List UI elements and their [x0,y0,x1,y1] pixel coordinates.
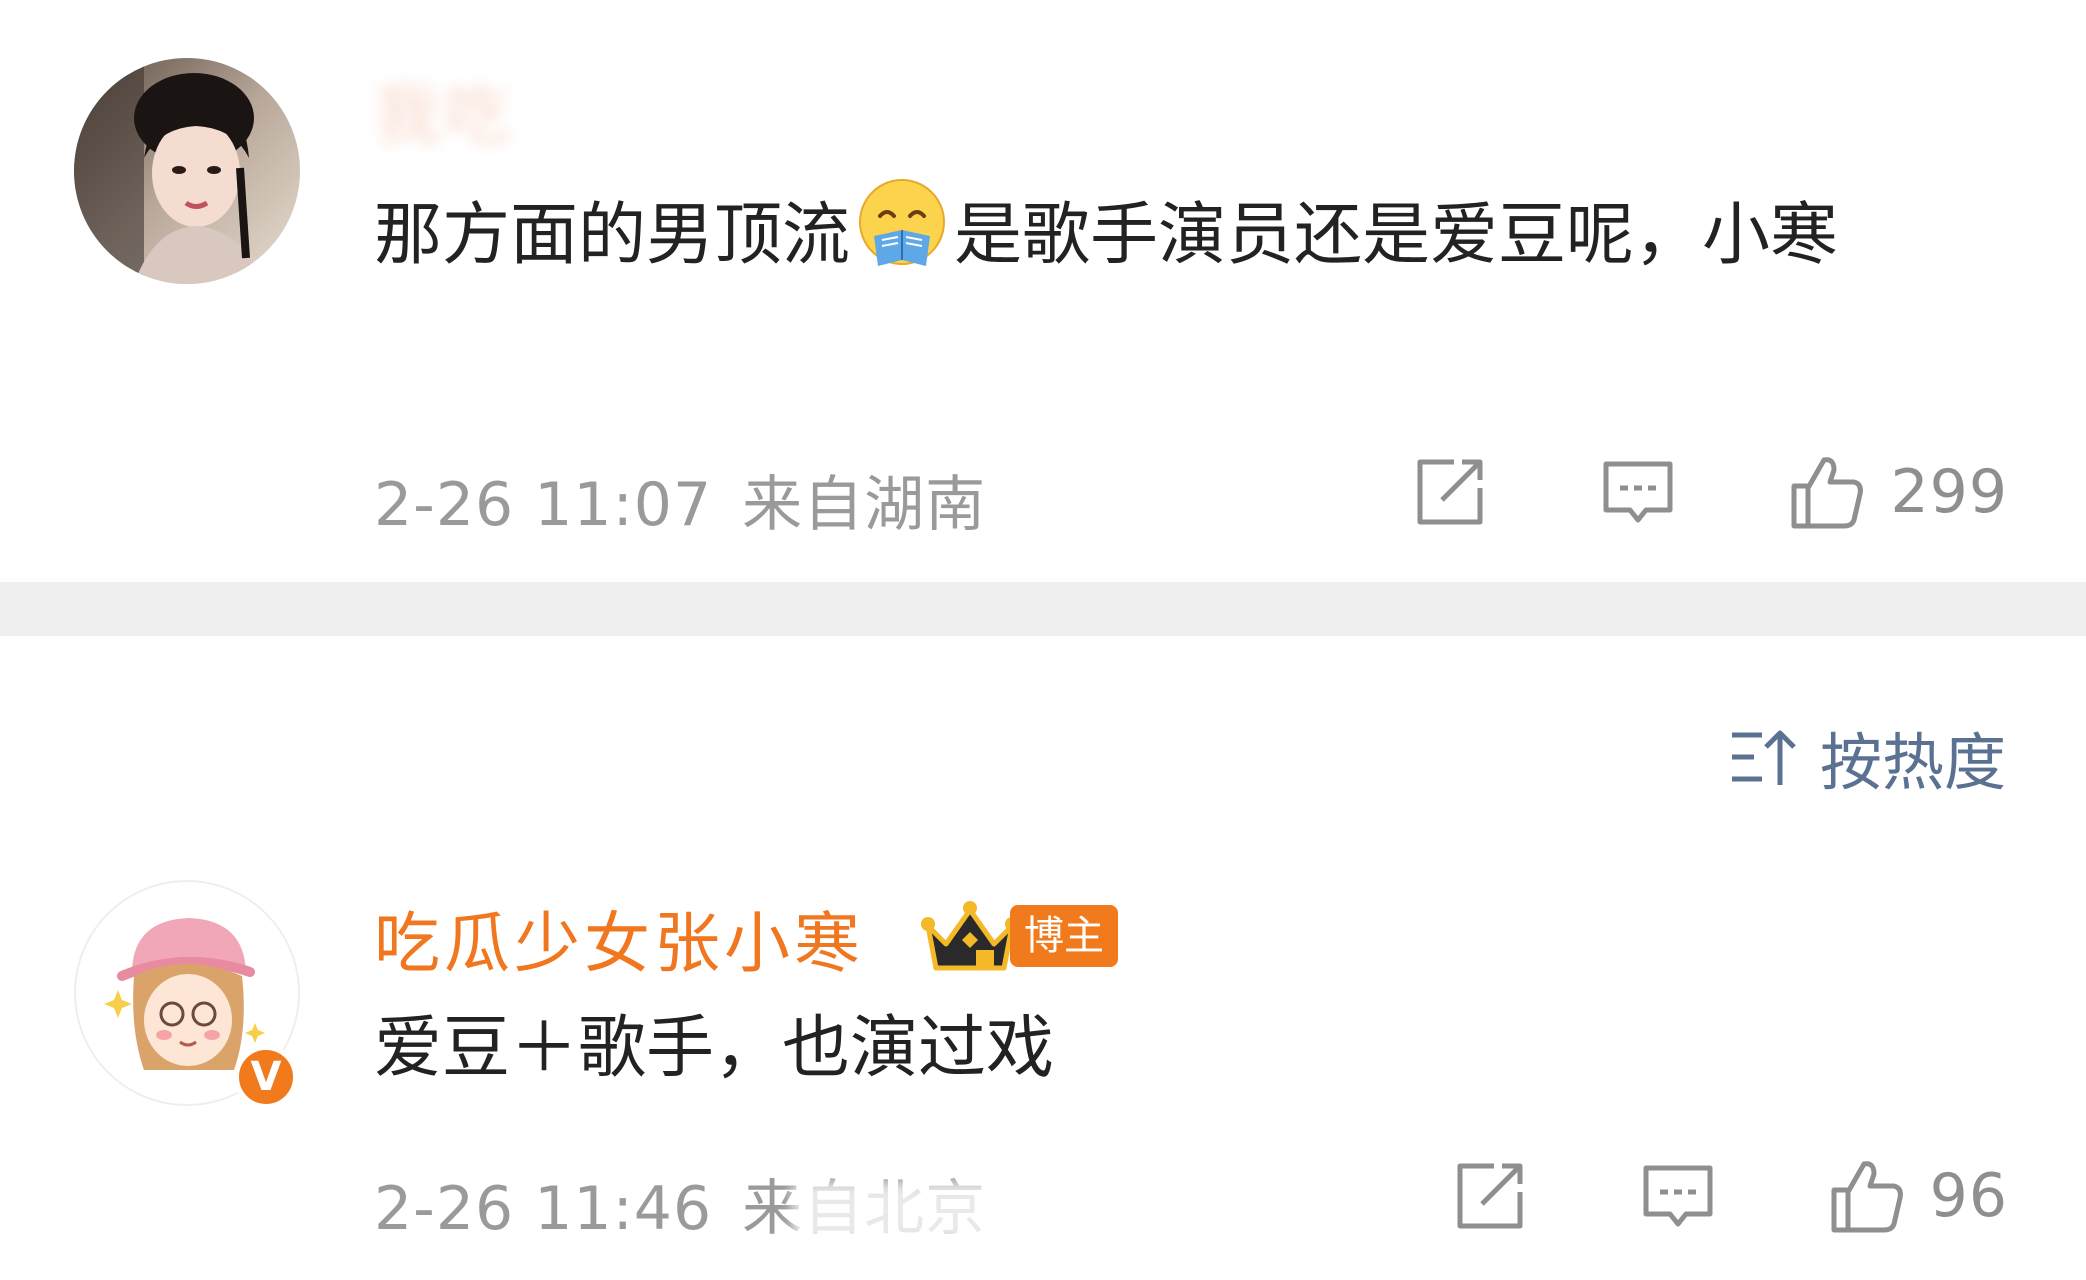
comment-text-part: 那方面的男顶流 [374,196,851,275]
blogger-badge[interactable]: 博主 [920,896,1118,976]
comment-meta: 2-26 11:07 来自湖南 [374,456,986,543]
comment-text: 爱豆＋歌手，也演过戏 [374,1009,1055,1088]
sort-by-hot-button[interactable]: 按热度 [1728,712,2006,802]
like-count: 96 [1929,1161,2008,1231]
comment-actions: 299 [1410,452,2008,532]
sort-label: 按热度 [1819,726,2006,799]
comment-item: V 吃瓜少女张小寒 博主 爱豆＋歌手，也演过戏 2-26 11:46 来自北京 [0,880,2086,1280]
comment-text: 那方面的男顶流 是歌手演员还是爱豆呢，小寒 [374,176,2034,295]
like-count: 299 [1890,457,2008,527]
comment-item: 我吃 那方面的男顶流 是歌手演员还是爱豆呢，小寒 2-26 11:07 来自湖南 [0,0,2086,582]
crown-icon [921,901,1019,971]
sort-icon [1731,730,1796,785]
username[interactable]: 我吃 [374,62,514,158]
share-icon [1457,1163,1523,1229]
comment-feed: 我吃 那方面的男顶流 是歌手演员还是爱豆呢，小寒 2-26 11:07 来自湖南 [0,0,2086,1280]
share-button[interactable] [1410,452,1490,532]
share-button[interactable] [1450,1156,1530,1236]
username[interactable]: 吃瓜少女张小寒 [374,890,864,986]
thumbs-up-icon [1831,1161,1903,1233]
comment-actions: 96 [1450,1156,2008,1236]
avatar[interactable] [74,58,300,284]
location: 来自北京 [742,1174,993,1244]
timestamp: 2-26 11:46 [374,1174,713,1244]
share-icon [1417,459,1483,525]
comment-icon [1603,461,1673,523]
like-button[interactable]: 299 [1786,452,2008,532]
reading-face-emoji-icon [854,176,950,272]
comment-meta: 2-26 11:46 来自北京 [374,1160,993,1247]
like-button[interactable]: 96 [1826,1156,2008,1236]
section-divider [0,582,2086,636]
location: 来自湖南 [742,470,987,540]
blogger-badge-label: 博主 [1010,905,1118,967]
reply-button[interactable] [1638,1156,1718,1236]
comment-icon [1643,1165,1713,1227]
thumbs-up-icon [1791,457,1864,529]
comment-text-part: 是歌手演员还是爱豆呢，小寒 [954,196,1839,275]
location-blur-mask [792,1182,993,1242]
reply-button[interactable] [1598,452,1678,532]
verified-badge: V [234,1045,298,1109]
avatar[interactable]: V [74,880,300,1109]
timestamp: 2-26 11:07 [374,470,713,540]
